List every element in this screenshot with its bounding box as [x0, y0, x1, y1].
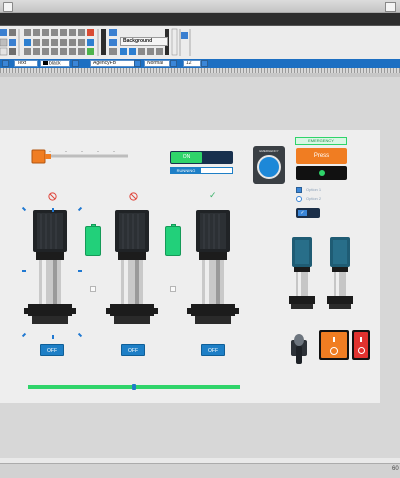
- option-1-checkbox[interactable]: [296, 187, 302, 193]
- option-2-radio[interactable]: [296, 196, 302, 202]
- color-field[interactable]: black: [40, 60, 70, 67]
- power-circle-icon: [358, 347, 365, 354]
- color-value: black: [49, 60, 61, 67]
- hmi-canvas: ON RUNNING EMERGENCY EMERGENCY Press Opt…: [0, 130, 380, 403]
- pump-1-checkbox[interactable]: [90, 286, 96, 292]
- progress-marker[interactable]: [132, 384, 136, 390]
- option-1-label: Option 1: [306, 187, 322, 192]
- emergency-round-label: EMERGENCY: [259, 149, 279, 153]
- style-dropdown-button[interactable]: [170, 60, 177, 67]
- text-field[interactable]: Text: [14, 60, 38, 67]
- small-pump-1: [289, 237, 315, 309]
- maximize-icon[interactable]: [385, 2, 396, 12]
- power-line-icon: [360, 337, 362, 342]
- color-swatch-icon: [43, 61, 48, 65]
- run-toggle[interactable]: ON: [170, 151, 233, 164]
- size-value: 12: [186, 60, 192, 66]
- selection-handle[interactable]: [78, 270, 82, 272]
- selection-handle[interactable]: [52, 208, 54, 212]
- text-label: Text: [17, 60, 27, 66]
- indicator-display: [296, 166, 347, 180]
- check-status-icon: ✓: [209, 190, 217, 200]
- format-bar: Text black AgencyFB Normal 12: [0, 59, 400, 68]
- status-right-text: 60: [392, 466, 399, 472]
- font-dropdown-button[interactable]: [134, 60, 141, 67]
- option-1[interactable]: Option 1: [296, 187, 336, 194]
- toggle-on-label: ON: [171, 152, 202, 163]
- size-dropdown-button[interactable]: [201, 60, 208, 67]
- battery-icon: [165, 224, 181, 256]
- font-field[interactable]: AgencyFB: [90, 60, 136, 67]
- round-button-icon: [257, 155, 281, 179]
- toolbar: Background: [0, 26, 400, 60]
- color-dropdown-button[interactable]: [72, 60, 79, 67]
- selection-handle[interactable]: [52, 335, 54, 339]
- selection-handle[interactable]: [21, 332, 27, 338]
- menu-bar: [0, 13, 400, 26]
- background-label: Background: [123, 38, 153, 44]
- emergency-label: EMERGENCY: [295, 137, 347, 145]
- check-icon: ✓: [298, 210, 307, 216]
- power-circle-icon: [330, 347, 338, 355]
- font-value: AgencyFB: [93, 60, 117, 66]
- toolbar-icons: [0, 28, 191, 56]
- running-indicator: RUNNING: [170, 167, 233, 174]
- pump-3[interactable]: [181, 205, 251, 335]
- pump-1-off-button[interactable]: OFF: [40, 344, 64, 356]
- prohibited-icon: [48, 192, 57, 203]
- orange-rocker-face: [321, 332, 347, 358]
- progress-bar: [28, 384, 240, 390]
- toolbar-shape-tools[interactable]: [24, 29, 99, 56]
- check-toggle[interactable]: ✓: [296, 208, 320, 218]
- red-rocker-switch[interactable]: [352, 330, 370, 360]
- size-field[interactable]: 12: [183, 60, 201, 67]
- option-2[interactable]: Option 2: [296, 196, 336, 203]
- background-dropdown[interactable]: Background: [120, 37, 168, 46]
- small-pump-2: [327, 237, 353, 309]
- pump-2-off-button[interactable]: OFF: [121, 344, 145, 356]
- orange-rocker-switch[interactable]: [319, 330, 349, 360]
- pump-3-off-button[interactable]: OFF: [201, 344, 225, 356]
- running-label: RUNNING: [171, 168, 201, 173]
- toolbar-left-group[interactable]: [0, 29, 20, 56]
- press-button[interactable]: Press: [296, 148, 347, 164]
- title-bar: [0, 0, 400, 13]
- selection-handle[interactable]: [22, 270, 26, 272]
- pump-2-checkbox[interactable]: [170, 286, 176, 292]
- lever-switch[interactable]: [288, 330, 310, 366]
- power-line-icon: [333, 337, 335, 342]
- style-field[interactable]: Normal: [144, 60, 170, 67]
- small-pumps[interactable]: [285, 234, 355, 312]
- emergency-button[interactable]: EMERGENCY: [253, 146, 285, 184]
- option-2-label: Option 2: [306, 196, 322, 201]
- battery-icon: [85, 224, 101, 256]
- indicator-led-icon: [319, 170, 325, 176]
- status-bar: [0, 463, 400, 478]
- style-value: Normal: [147, 60, 164, 66]
- pump-2[interactable]: [100, 205, 170, 335]
- window-icon[interactable]: [3, 2, 13, 12]
- red-rocker-face: [354, 332, 368, 358]
- speed-slider[interactable]: [30, 145, 132, 165]
- prohibited-icon: [129, 192, 138, 203]
- format-button[interactable]: [2, 60, 9, 67]
